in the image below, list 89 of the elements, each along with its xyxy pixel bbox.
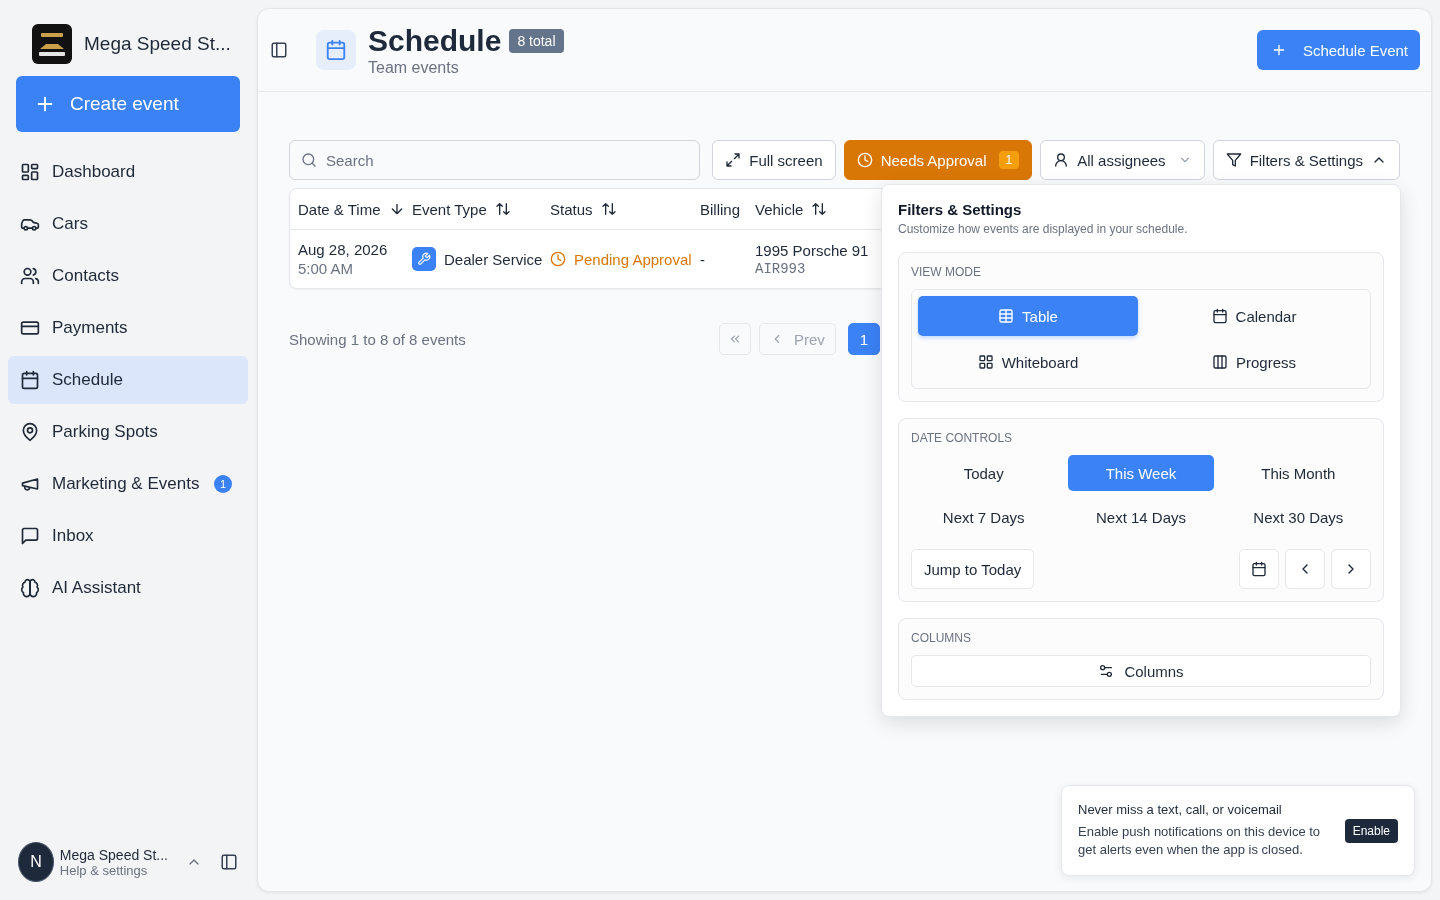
schedule-event-button[interactable]: Schedule Event [1256,30,1420,70]
calendar-icon [20,370,40,390]
message-icon [20,526,40,546]
date-range-option[interactable]: Next 14 Days [1068,499,1214,535]
map-pin-icon [20,422,40,442]
panel-subtitle: Customize how events are displayed in your schedule. [898,222,1189,236]
first-page-button[interactable] [719,323,751,355]
next-button[interactable] [1331,549,1371,589]
brand-name: Mega Speed St... [84,33,231,55]
calendar-icon [325,39,347,61]
column-header[interactable]: Billing [700,200,741,218]
sidebar-toggle-icon [270,41,288,59]
sidebar-item[interactable]: AI Assistant [8,564,248,612]
user-icon [1053,152,1070,168]
sidebar-item[interactable]: Parking Spots [8,408,248,456]
notification-body: Enable push notifications on this device to get alerts even when the app is closed. [1078,823,1322,859]
double-chevron-left-icon [728,332,742,346]
jump-to-today-button[interactable]: Jump to Today [911,549,1035,589]
status-text: Pending Approval [574,250,692,268]
filter-icon [1225,152,1242,168]
filters-settings-button[interactable]: Filters & Settings [1212,140,1400,180]
count-badge: 1 [998,151,1020,169]
assignee-dropdown[interactable]: All assignees [1040,140,1205,180]
avatar[interactable]: N [18,842,54,882]
clock-icon [856,152,873,168]
table-cell: 5:00 AM [298,260,354,277]
date-range-option[interactable]: Next 30 Days [1225,499,1371,535]
section-heading: COLUMNS [911,631,972,645]
date-range-option[interactable]: Today [911,455,1057,491]
count-badge: 1 [214,475,232,493]
logo-icon [32,24,72,64]
sort-icon [494,201,511,217]
sidebar-item[interactable]: Contacts [8,252,248,300]
table-cell: - [700,250,705,268]
full-screen-button[interactable]: Full screen [712,140,836,180]
column-header[interactable]: Event Type [412,200,487,218]
count-badge: 8 total [509,29,564,53]
page-button[interactable]: 1 [847,323,880,355]
previous-button[interactable] [1285,549,1325,589]
sort-icon [811,201,828,217]
table-icon [998,308,1015,324]
calendar-icon [1251,561,1267,577]
date-picker-button[interactable] [1239,549,1279,589]
table-cell: AIR993 [755,260,806,277]
columns-icon [1212,354,1228,370]
panel-title: Filters & Settings [898,201,1023,218]
expand-icon [725,152,742,168]
sidebar-item[interactable]: Marketing & Events 1 [8,460,248,508]
sidebar-item[interactable]: Cars [8,200,248,248]
sidebar-item[interactable]: Inbox [8,512,248,560]
credit-card-icon [20,318,40,338]
view-mode-option[interactable]: Progress [1144,342,1364,382]
grid-icon [20,162,40,182]
wrench-icon [412,247,436,271]
sidebar-item[interactable]: Schedule [8,356,248,404]
sidebar-toggle-icon [220,853,238,871]
notification-title: Never miss a text, call, or voicemail [1078,802,1283,817]
sliders-icon [1098,663,1115,679]
search-field[interactable]: Search [289,140,701,180]
column-header[interactable]: Vehicle [755,200,804,218]
view-mode-option[interactable]: Table [918,296,1138,336]
view-mode-option[interactable]: Whiteboard [918,342,1138,382]
section-heading: DATE CONTROLS [911,431,1014,445]
sidebar-item[interactable]: Payments [8,304,248,352]
clock-icon [550,251,566,267]
page-subtitle: Team events [368,59,460,77]
table-cell: Aug 28, 2026 [298,241,388,258]
column-header[interactable]: Date & Time [298,200,381,218]
account-subtitle: Help & settings [59,862,149,878]
brain-icon [20,578,40,598]
sidebar-item[interactable]: Dashboard [8,148,248,196]
date-range-option[interactable]: Next 7 Days [911,499,1057,535]
account-name: Mega Speed St... [59,846,168,863]
date-range-option[interactable]: This Month [1225,455,1371,491]
date-range-option[interactable]: This Week [1068,455,1214,491]
sort-icon [600,201,617,217]
table-cell: 1995 Porsche 91 [755,241,869,259]
create-event-button[interactable]: Create event [16,76,240,132]
pagination-summary: Showing 1 to 8 of 8 events [289,330,467,348]
columns-button[interactable]: Columns [911,655,1371,687]
view-mode-option[interactable]: Calendar [1144,296,1364,336]
table-cell: Dealer Service [444,250,543,268]
people-icon [20,266,40,286]
enable-button[interactable]: Enable [1344,818,1398,843]
page-title: Schedule [368,23,502,59]
grid-icon [977,354,994,370]
section-heading: VIEW MODE [911,265,982,279]
column-header[interactable]: Status [550,200,593,218]
calendar-icon [1211,308,1228,324]
